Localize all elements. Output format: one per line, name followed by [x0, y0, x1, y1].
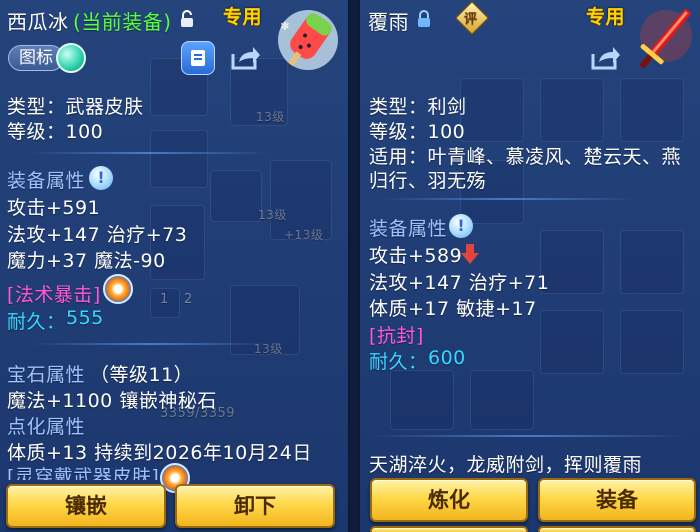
- stat-line: 体质+17 敏捷+17: [369, 298, 537, 320]
- durability-label: 耐久：: [369, 351, 428, 373]
- item-name: 西瓜冰: [7, 10, 69, 34]
- unlock-icon[interactable]: [180, 10, 194, 28]
- bg-slot: [210, 170, 262, 222]
- gem-level: （等级11）: [90, 364, 194, 386]
- divider: [368, 435, 688, 437]
- bg-slot: [540, 78, 604, 142]
- rating-glyph: 评: [464, 12, 478, 27]
- item-tooltip-right: 覆雨 评 专用 类型：利剑 等级：100 适用：叶青峰、慕凌风、楚云天、燕 归行…: [358, 0, 700, 532]
- unequip-button[interactable]: 卸下: [175, 484, 335, 528]
- durability-value: 600: [428, 347, 466, 369]
- green-orb-icon: [56, 43, 86, 73]
- special-skill: [法术暴击]: [7, 284, 101, 306]
- bg-hint: 13级: [256, 110, 285, 124]
- durability-value: 555: [66, 307, 104, 329]
- item-type: 类型：利剑: [369, 96, 467, 118]
- equip-button[interactable]: 装备: [538, 478, 696, 522]
- enhance-line: 体质+13 持续到2026年10月24日: [7, 442, 312, 464]
- equip-status: (当前装备): [73, 10, 172, 34]
- equip-attr-title: 装备属性: [7, 170, 86, 192]
- share-button[interactable]: [228, 41, 262, 75]
- stat-line: 法攻+147 治疗+71: [369, 272, 550, 294]
- item-name: 覆雨: [368, 10, 409, 34]
- sword-icon: [639, 9, 692, 69]
- bg-slot: [620, 230, 684, 294]
- stat-down-arrow-icon: [461, 244, 479, 264]
- bg-slot: [540, 310, 604, 374]
- share-icon: [591, 47, 620, 70]
- share-icon: [231, 47, 260, 70]
- stat-line: 攻击+589: [369, 245, 463, 267]
- equip-attr-title: 装备属性: [369, 218, 448, 240]
- apply-line: 适用：叶青峰、慕凌风、楚云天、燕: [369, 146, 682, 168]
- truncated-line: [灵穿戴武器皮肤]: [7, 466, 160, 480]
- bg-slot: [620, 310, 684, 374]
- exclusive-tag: 专用: [223, 6, 263, 28]
- bg-hint: 2: [184, 292, 193, 307]
- svg-text:❄: ❄: [280, 19, 290, 33]
- bg-hint: +13级: [284, 228, 324, 242]
- stat-line: 法攻+147 治疗+73: [7, 224, 188, 246]
- refine-button[interactable]: 炼化: [370, 478, 528, 522]
- gem-line: 魔法+1100 镶嵌神秘石: [7, 390, 217, 412]
- item-type: 类型：武器皮肤: [7, 96, 144, 118]
- durability-label: 耐久：: [7, 311, 66, 333]
- bg-hint: 13级: [258, 208, 287, 222]
- lock-icon[interactable]: [417, 10, 431, 28]
- stat-line: 魔力+37 魔法-90: [7, 250, 166, 272]
- inlay-button[interactable]: 镶嵌: [6, 484, 166, 528]
- stat-line: 攻击+591: [7, 197, 101, 219]
- detail-info-button[interactable]: [181, 41, 215, 75]
- bg-slot: [150, 130, 208, 188]
- divider: [380, 198, 640, 200]
- bg-slot: [390, 370, 454, 430]
- extra-button-edge[interactable]: [538, 526, 696, 532]
- special-skill: [抗封]: [369, 325, 424, 347]
- item-level: 等级：100: [369, 121, 466, 143]
- apply-line: 归行、羽无殇: [369, 170, 487, 192]
- bg-slot: [620, 78, 684, 142]
- divider: [30, 152, 270, 154]
- divider: [30, 343, 270, 345]
- bg-hint: 1: [160, 292, 169, 307]
- flavor-text: 天湖淬火，龙威附剑，挥则覆雨: [369, 454, 643, 476]
- bg-slot: [460, 78, 524, 142]
- item-level: 等级：100: [7, 121, 104, 143]
- info-icon[interactable]: !: [449, 214, 473, 238]
- skill-swirl-icon[interactable]: [103, 274, 133, 304]
- extra-button-edge[interactable]: [370, 526, 528, 532]
- panel-gap: [350, 0, 358, 532]
- enhance-title: 点化属性: [7, 416, 86, 438]
- info-icon[interactable]: !: [89, 166, 113, 190]
- gem-attr-title: 宝石属性: [7, 364, 86, 386]
- bg-slot: [540, 230, 604, 294]
- document-icon: [191, 50, 205, 66]
- bg-slot: [470, 370, 534, 430]
- exclusive-tag: 专用: [586, 6, 626, 28]
- popsicle-skin-icon: ❄: [278, 10, 338, 70]
- share-button[interactable]: [588, 41, 622, 75]
- item-tooltip-left: 13级 13级 +13级 13级 3359/3359 1 2 西瓜冰 (当前装备…: [0, 0, 350, 532]
